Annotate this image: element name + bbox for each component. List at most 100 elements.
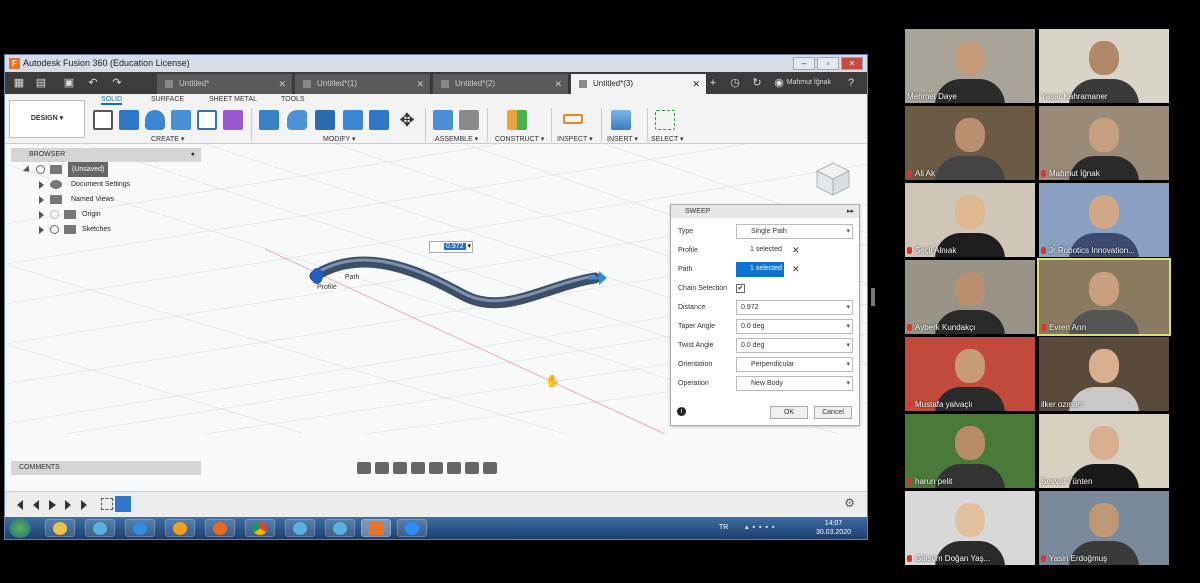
doc-tab-1[interactable]: Untitled*(1) ✕ xyxy=(295,74,431,94)
taskbar-firefox[interactable] xyxy=(205,519,235,537)
expand-icon[interactable] xyxy=(39,196,44,204)
taskbar-media[interactable] xyxy=(165,519,195,537)
timeline-sketch-icon[interactable] xyxy=(101,498,113,510)
viewcube[interactable] xyxy=(813,159,853,197)
tab-close-icon[interactable]: ✕ xyxy=(278,74,286,94)
go-to-end-icon[interactable] xyxy=(81,500,87,510)
sweep-body[interactable] xyxy=(309,256,601,309)
timeline-feature-icon[interactable] xyxy=(115,496,131,512)
tab-close-icon[interactable]: ✕ xyxy=(554,74,562,94)
browser-item-origin[interactable]: Origin xyxy=(39,207,201,222)
taskbar-app-2[interactable] xyxy=(285,519,315,537)
step-back-icon[interactable] xyxy=(33,500,39,510)
sweep-dialog-header[interactable]: SWEEP ▸▸ xyxy=(671,205,859,218)
clear-profile-icon[interactable]: ✕ xyxy=(792,243,800,258)
new-component-icon[interactable] xyxy=(433,110,453,130)
tab-sheet-metal[interactable]: SHEET METAL xyxy=(209,96,257,103)
fillet-icon[interactable] xyxy=(287,110,307,130)
redo-icon[interactable]: ↷ xyxy=(109,75,125,91)
chamfer-icon[interactable] xyxy=(315,110,335,130)
system-tray-icons[interactable]: ▴▪▪▪▪ xyxy=(745,517,778,539)
settings-gear-icon[interactable]: ⚙ xyxy=(844,496,855,510)
chevron-down-icon[interactable]: ▾ xyxy=(846,338,850,353)
chevron-down-icon[interactable]: ▾ xyxy=(846,357,850,372)
group-create[interactable]: CREATE ▾ xyxy=(151,135,184,143)
tab-close-icon[interactable]: ✕ xyxy=(692,74,700,94)
input-language[interactable]: TR xyxy=(719,517,728,539)
info-icon[interactable]: i xyxy=(677,407,686,416)
shell-icon[interactable] xyxy=(343,110,363,130)
maximize-button[interactable]: ▫ xyxy=(817,57,839,70)
taskbar-explorer[interactable] xyxy=(45,519,75,537)
group-inspect[interactable]: INSPECT ▾ xyxy=(557,135,593,143)
minimize-button[interactable]: – xyxy=(793,57,815,70)
display-settings-icon[interactable] xyxy=(447,462,461,474)
doc-tab-3[interactable]: Untitled*(3) ✕ xyxy=(571,74,707,94)
group-select[interactable]: SELECT ▾ xyxy=(651,135,684,143)
participant-tile[interactable]: harun pelit xyxy=(905,414,1035,488)
clear-path-icon[interactable]: ✕ xyxy=(792,262,800,277)
participant-tile[interactable]: Gülsüm Doğan Yaş... xyxy=(905,491,1035,565)
taskbar-app-3[interactable] xyxy=(325,519,355,537)
tab-close-icon[interactable]: ✕ xyxy=(416,74,424,94)
doc-tab-2[interactable]: Untitled*(2) ✕ xyxy=(433,74,569,94)
form-icon[interactable] xyxy=(223,110,243,130)
taskbar-ie[interactable] xyxy=(125,519,155,537)
type-select[interactable]: Single Path xyxy=(736,224,853,239)
taskbar-fusion[interactable] xyxy=(361,519,391,537)
3d-viewport[interactable]: BROWSER ● (Unsaved) Document Settings Na… xyxy=(5,144,867,491)
tab-tools[interactable]: TOOLS xyxy=(281,96,305,103)
profile-selection[interactable]: 1 selected xyxy=(736,243,784,258)
group-construct[interactable]: CONSTRUCT ▾ xyxy=(495,135,544,143)
browser-item-named-views[interactable]: Named Views xyxy=(39,192,201,207)
twist-angle-field[interactable]: 0.0 deg xyxy=(736,338,853,353)
participant-tile[interactable]: Mahmut İğnak xyxy=(1039,106,1169,180)
participant-tile[interactable]: Yaşar Kahramaner xyxy=(1039,29,1169,103)
group-modify[interactable]: MODIFY ▾ xyxy=(323,135,356,143)
expand-icon[interactable] xyxy=(39,226,44,234)
close-button[interactable]: ✕ xyxy=(841,57,863,70)
zoom-icon[interactable] xyxy=(411,462,425,474)
participant-tile[interactable]: Mustafa yalvaçlı xyxy=(905,337,1035,411)
extensions-icon[interactable]: ◷ xyxy=(727,75,743,91)
profile-circle[interactable] xyxy=(311,268,323,284)
browser-item-document-settings[interactable]: Document Settings xyxy=(39,177,201,192)
eye-hidden-icon[interactable] xyxy=(50,210,59,219)
participant-tile[interactable]: Ali Ak xyxy=(905,106,1035,180)
revolve-icon[interactable] xyxy=(145,110,165,130)
undo-icon[interactable]: ↶ xyxy=(85,75,101,91)
operation-select[interactable]: New Body xyxy=(736,376,853,391)
chevron-down-icon[interactable]: ▾ xyxy=(846,224,850,239)
workspace-switcher-button[interactable]: DESIGN ▾ xyxy=(9,100,85,138)
chevron-down-icon[interactable]: ▾ xyxy=(846,300,850,315)
extrude-icon[interactable] xyxy=(119,110,139,130)
expand-icon[interactable] xyxy=(39,181,44,189)
taskbar-chrome[interactable] xyxy=(245,519,275,537)
grid-settings-icon[interactable] xyxy=(465,462,479,474)
app-grid-icon[interactable]: ▦ xyxy=(11,75,27,91)
step-forward-icon[interactable] xyxy=(65,500,71,510)
distance-field[interactable]: 0.972 xyxy=(736,300,853,315)
group-assemble[interactable]: ASSEMBLE ▾ xyxy=(435,135,478,143)
ok-button[interactable]: OK xyxy=(770,406,808,419)
go-to-start-icon[interactable] xyxy=(17,500,23,510)
tab-surface[interactable]: SURFACE xyxy=(151,96,184,103)
browser-item-sketches[interactable]: Sketches xyxy=(39,222,201,237)
distance-input[interactable]: 0.972 ▾ xyxy=(429,241,473,253)
distance-arrow-icon[interactable] xyxy=(599,271,607,285)
orbit-icon[interactable] xyxy=(357,462,371,474)
notifications-icon[interactable]: ◉ xyxy=(771,75,787,91)
sweep-icon[interactable] xyxy=(171,110,191,130)
share-resize-handle[interactable] xyxy=(871,288,875,306)
path-selection[interactable]: 1 selected xyxy=(736,262,784,277)
measure-icon[interactable] xyxy=(563,114,583,124)
offset-plane-icon[interactable] xyxy=(507,110,527,130)
doc-tab-0[interactable]: Untitled* ✕ xyxy=(157,74,293,94)
expand-icon[interactable] xyxy=(39,211,44,219)
participant-tile[interactable]: Evren Arın xyxy=(1037,258,1171,336)
tab-solid[interactable]: SOLID xyxy=(101,96,123,105)
group-insert[interactable]: INSERT ▾ xyxy=(607,135,638,143)
participant-tile[interactable]: ilker ozman xyxy=(1039,337,1169,411)
job-status-icon[interactable]: ↻ xyxy=(749,75,765,91)
select-icon[interactable] xyxy=(655,110,675,130)
